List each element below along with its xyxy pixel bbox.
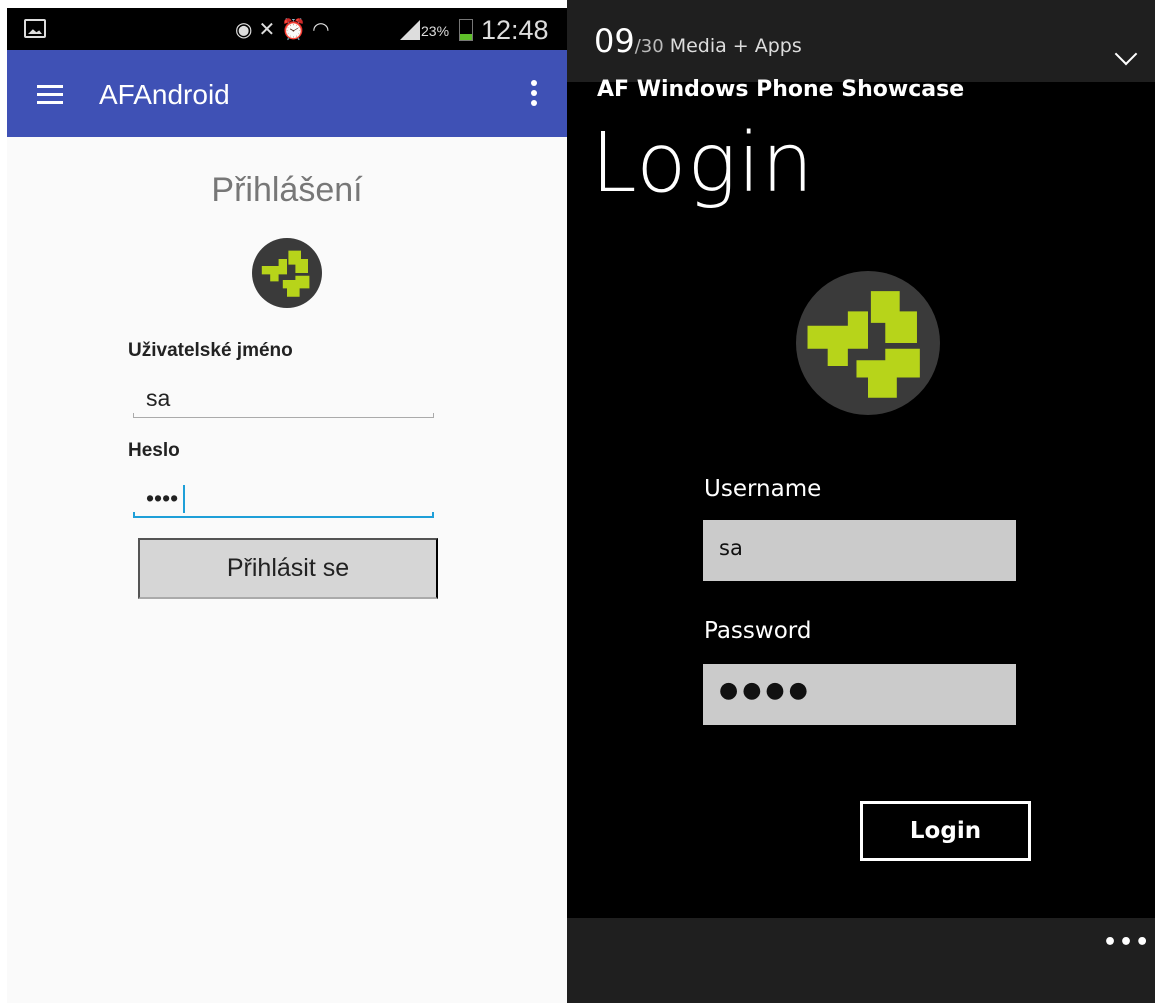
overflow-menu-icon[interactable]: [527, 80, 541, 110]
password-input[interactable]: ••••: [133, 482, 434, 518]
slide-current: 09: [594, 22, 635, 60]
password-input[interactable]: ●●●●: [703, 664, 1016, 725]
windows-phone-screen: 09/30 Media + Apps AF Windows Phone Showc…: [567, 0, 1155, 1003]
signal-icon: [400, 20, 420, 40]
battery-icon: [459, 19, 473, 41]
login-button[interactable]: Login: [860, 801, 1031, 861]
eye-icon: ◉: [235, 17, 259, 41]
password-label: Heslo: [128, 440, 180, 461]
username-label: Username: [704, 476, 822, 502]
status-time: 12:48: [481, 15, 549, 45]
password-value: ●●●●: [719, 678, 812, 703]
slide-total: /30: [634, 36, 664, 57]
application-bar: [567, 918, 1155, 1003]
more-options-icon[interactable]: •••: [1103, 930, 1151, 955]
password-label: Password: [704, 618, 812, 644]
alarm-icon: ⏰: [281, 17, 313, 41]
android-screen: ◉✕⏰◠ 23% 12:48 AFAndroid Přihlášení Uživ…: [7, 8, 567, 1003]
mute-icon: ✕: [258, 17, 282, 41]
menu-icon[interactable]: [37, 85, 63, 104]
page-title: Login: [591, 116, 815, 211]
app-title: AF Windows Phone Showcase: [597, 77, 965, 102]
username-label: Uživatelské jméno: [128, 340, 293, 361]
username-value: sa: [719, 536, 743, 560]
login-button[interactable]: Přihlásit se: [138, 538, 438, 599]
page-title: Přihlášení: [211, 171, 363, 209]
slide-counter: 09/30 Media + Apps: [594, 22, 802, 60]
battery-percent: 23%: [421, 23, 450, 39]
app-logo: [796, 271, 940, 415]
username-input[interactable]: sa: [703, 520, 1016, 581]
username-value: sa: [146, 385, 171, 411]
password-value: ••••: [146, 485, 179, 511]
app-bar: AFAndroid: [7, 50, 567, 137]
wifi-icon: ◠: [312, 17, 336, 41]
app-logo: [252, 238, 322, 308]
chevron-down-icon[interactable]: [1114, 42, 1138, 66]
username-input[interactable]: sa: [133, 382, 434, 418]
gallery-icon: [24, 19, 46, 38]
status-icons: ◉✕⏰◠: [235, 17, 336, 41]
text-caret: [183, 485, 185, 513]
app-title: AFAndroid: [99, 79, 230, 110]
status-bar: ◉✕⏰◠ 23% 12:48: [7, 8, 567, 50]
slide-category: Media + Apps: [669, 35, 802, 57]
showcase-header: 09/30 Media + Apps: [567, 0, 1155, 82]
